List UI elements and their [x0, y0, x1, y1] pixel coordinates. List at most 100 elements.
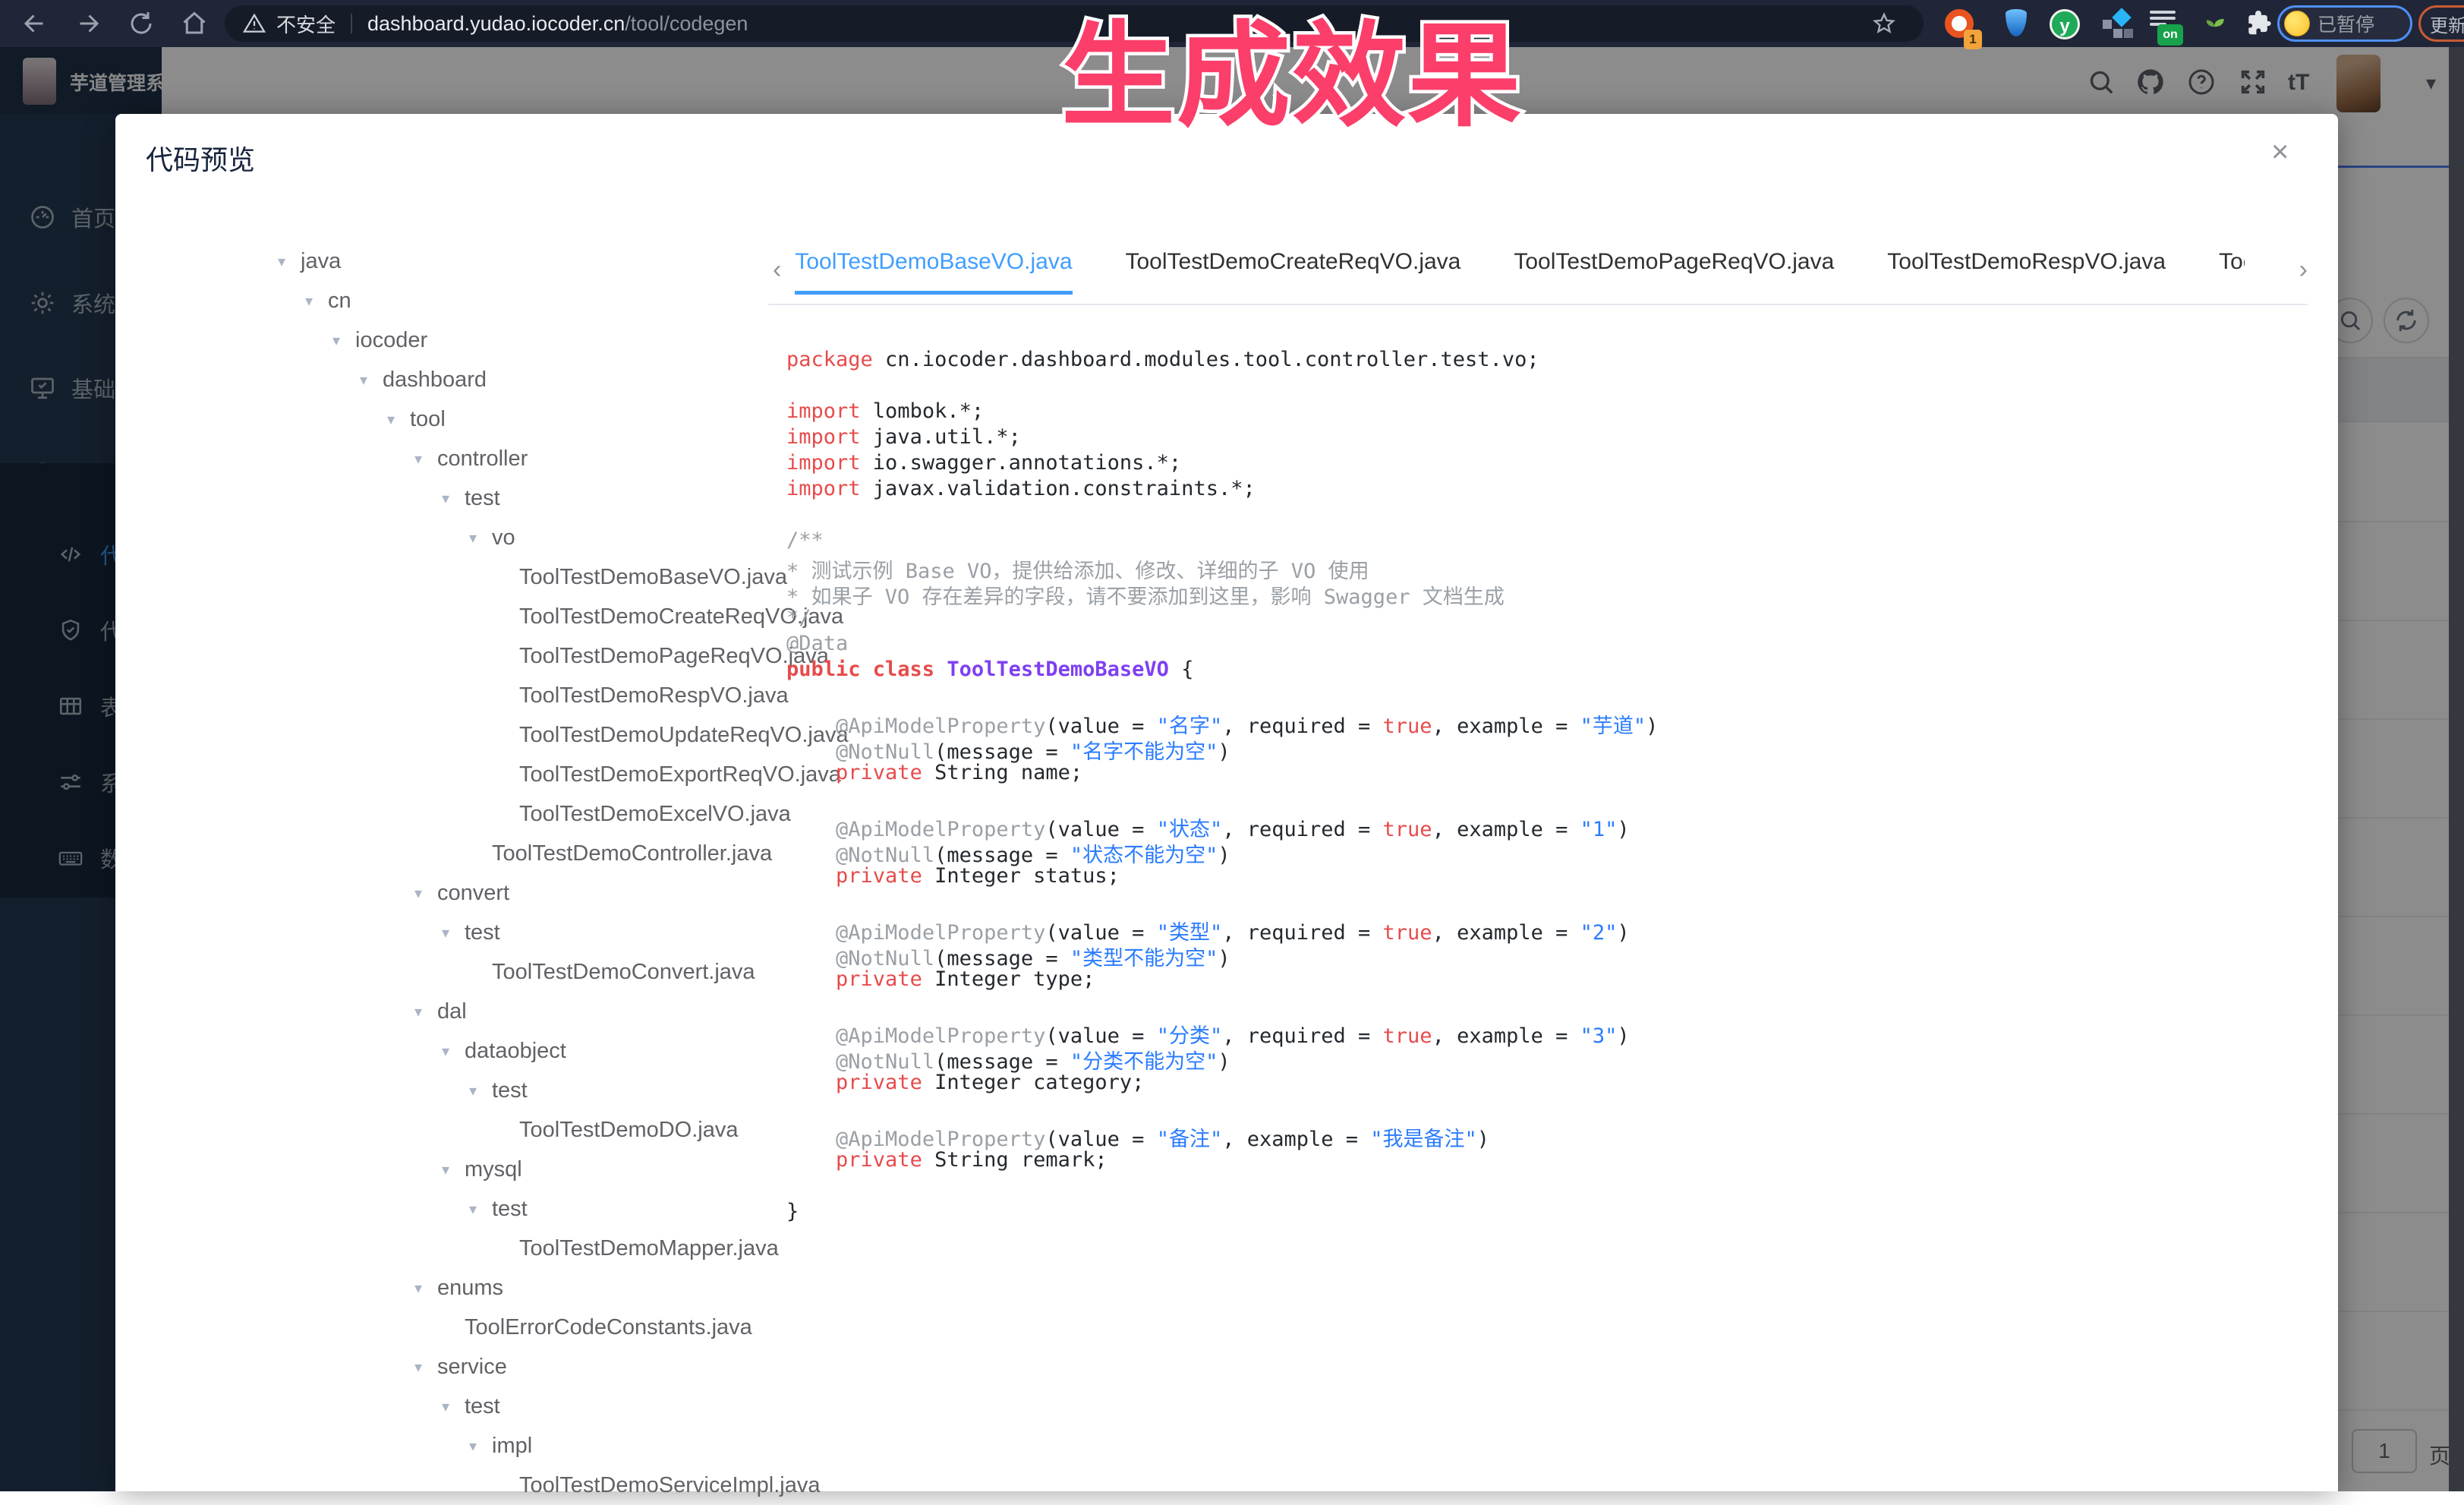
tree-caret-icon[interactable]: ▾ — [465, 1437, 492, 1456]
tree-node[interactable]: ToolTestDemoMapper.java — [273, 1229, 850, 1268]
extension-sprout-icon[interactable] — [2200, 9, 2229, 39]
extension-y-icon[interactable]: y — [2050, 9, 2080, 39]
url-host[interactable]: dashboard.yudao.iocoder.cn — [367, 12, 625, 36]
tree-node[interactable]: ▾test — [273, 478, 850, 518]
reload-icon[interactable] — [128, 10, 155, 37]
tree-node-label: ToolTestDemoBaseVO.java — [519, 565, 787, 590]
tabs-scroll-left-icon[interactable]: ‹ — [773, 255, 781, 285]
tree-node-label: iocoder — [355, 328, 427, 353]
tree-node-label: test — [492, 1197, 528, 1222]
extension-drop-icon[interactable] — [2006, 9, 2027, 36]
security-label[interactable]: 不安全 — [276, 10, 336, 38]
tree-node[interactable]: ToolTestDemoConvert.java — [273, 952, 850, 992]
forward-icon[interactable] — [74, 10, 102, 37]
file-tab[interactable]: ToolTestDemoRespVO.java — [1887, 249, 2166, 295]
tree-caret-icon[interactable]: ▾ — [465, 528, 492, 547]
browser-profile-pill[interactable]: 已暂停 — [2277, 5, 2412, 42]
url-path[interactable]: /tool/codegen — [625, 12, 748, 36]
tree-node[interactable]: ToolTestDemoCreateReqVO.java — [273, 597, 850, 636]
tree-caret-icon[interactable]: ▾ — [410, 1358, 437, 1377]
file-tab[interactable]: ToolTestDemoBaseVO.java — [795, 249, 1072, 295]
file-tab[interactable]: ToolTe — [2219, 249, 2245, 295]
tree-node[interactable]: ToolTestDemoExportReqVO.java — [273, 755, 850, 794]
tree-node[interactable]: ToolTestDemoDO.java — [273, 1110, 850, 1150]
code-line: @ApiModelProperty(value = "备注", example … — [786, 1122, 2320, 1148]
code-line: @NotNull(message = "类型不能为空") — [786, 942, 2320, 967]
tabs-scroll-right-icon[interactable]: › — [2299, 255, 2308, 285]
tree-caret-icon[interactable]: ▾ — [328, 331, 355, 350]
tree-node-label: vo — [492, 525, 515, 551]
tree-node-label: ToolTestDemoExcelVO.java — [519, 802, 791, 827]
browser-update-button[interactable]: 更新 ⋮ — [2418, 5, 2464, 42]
tree-caret-icon[interactable]: ▾ — [437, 489, 465, 508]
tree-node[interactable]: ▾impl — [273, 1426, 850, 1466]
tree-node[interactable]: ToolTestDemoRespVO.java — [273, 676, 850, 715]
tree-node[interactable]: ToolErrorCodeConstants.java — [273, 1308, 850, 1347]
url-divider — [351, 14, 352, 33]
tree-caret-icon[interactable]: ▾ — [383, 410, 410, 429]
annotation-text: 生成效果 — [1061, 17, 1523, 137]
tree-node-label: ToolTestDemoController.java — [492, 841, 772, 866]
tree-node[interactable]: ▾controller — [273, 439, 850, 478]
tree-node[interactable]: ▾tool — [273, 399, 850, 439]
code-line — [786, 1174, 2320, 1200]
tree-node[interactable]: ▾dal — [273, 992, 850, 1031]
tree-caret-icon[interactable]: ▾ — [273, 252, 301, 271]
tree-caret-icon[interactable]: ▾ — [437, 923, 465, 942]
close-icon[interactable]: × — [2271, 137, 2289, 167]
tree-node[interactable]: ▾test — [273, 913, 850, 952]
tree-caret-icon[interactable]: ▾ — [355, 371, 383, 390]
tree-caret-icon[interactable]: ▾ — [410, 884, 437, 903]
tree-caret-icon[interactable]: ▾ — [437, 1042, 465, 1061]
tree-node-label: ToolTestDemoMapper.java — [519, 1236, 779, 1261]
dialog-title: 代码预览 — [146, 138, 255, 178]
tree-node[interactable]: ToolTestDemoUpdateReqVO.java — [273, 715, 850, 755]
tree-node[interactable]: ToolTestDemoBaseVO.java — [273, 557, 850, 597]
tree-node[interactable]: ▾cn — [273, 281, 850, 320]
bookmark-star-icon[interactable] — [1872, 11, 1896, 36]
tree-node-label: test — [465, 920, 500, 945]
tree-caret-icon[interactable]: ▾ — [437, 1160, 465, 1179]
tree-node[interactable]: ▾mysql — [273, 1150, 850, 1189]
extension-diamond-grid-icon[interactable] — [2101, 9, 2132, 39]
extensions-puzzle-icon[interactable] — [2244, 9, 2273, 38]
tree-caret-icon[interactable]: ▾ — [410, 1002, 437, 1021]
tree-caret-icon[interactable]: ▾ — [437, 1397, 465, 1416]
tree-caret-icon[interactable]: ▾ — [410, 1279, 437, 1298]
tree-node[interactable]: ToolTestDemoExcelVO.java — [273, 794, 850, 834]
file-tab[interactable]: ToolTestDemoCreateReqVO.java — [1126, 249, 1461, 295]
tree-caret-icon[interactable]: ▾ — [465, 1200, 492, 1219]
code-line: @ApiModelProperty(value = "类型", required… — [786, 916, 2320, 942]
code-line — [786, 503, 2320, 528]
extension-ubuntu-icon[interactable]: 1 — [1945, 9, 1974, 38]
tree-node[interactable]: ▾vo — [273, 518, 850, 557]
code-line: private String name; — [786, 761, 2320, 787]
profile-emoji-avatar — [2284, 11, 2310, 36]
code-line — [786, 787, 2320, 812]
tree-node[interactable]: ▾service — [273, 1347, 850, 1387]
tree-node[interactable]: ToolTestDemoController.java — [273, 834, 850, 873]
file-tab[interactable]: ToolTestDemoPageReqVO.java — [1514, 249, 1834, 295]
tree-caret-icon[interactable]: ▾ — [410, 450, 437, 469]
tree-caret-icon[interactable]: ▾ — [301, 292, 328, 311]
tree-node[interactable]: ▾test — [273, 1071, 850, 1110]
home-icon[interactable] — [181, 10, 208, 37]
tree-node[interactable]: ▾test — [273, 1387, 850, 1426]
tree-node[interactable]: ▾iocoder — [273, 320, 850, 360]
extension-list-icon[interactable]: on — [2150, 9, 2180, 39]
tree-node[interactable]: ToolTestDemoPageReqVO.java — [273, 636, 850, 676]
tree-node[interactable]: ToolTestDemoServiceImpl.java — [273, 1466, 850, 1505]
tree-node[interactable]: ▾convert — [273, 873, 850, 913]
tree-caret-icon[interactable]: ▾ — [465, 1081, 492, 1100]
tree-node-label: service — [437, 1355, 507, 1380]
code-line: * 如果子 VO 存在差异的字段，请不要添加到这里，影响 Swagger 文档生… — [786, 580, 2320, 606]
tree-node-label: convert — [437, 881, 509, 906]
tree-node[interactable]: ▾enums — [273, 1268, 850, 1308]
tree-node[interactable]: ▾java — [273, 241, 850, 281]
tree-node[interactable]: ▾dashboard — [273, 360, 850, 399]
tree-node[interactable]: ▾test — [273, 1189, 850, 1229]
code-line: @Data — [786, 632, 2320, 658]
back-icon[interactable] — [21, 10, 49, 37]
tree-node[interactable]: ▾dataobject — [273, 1031, 850, 1071]
code-line: @ApiModelProperty(value = "状态", required… — [786, 812, 2320, 838]
